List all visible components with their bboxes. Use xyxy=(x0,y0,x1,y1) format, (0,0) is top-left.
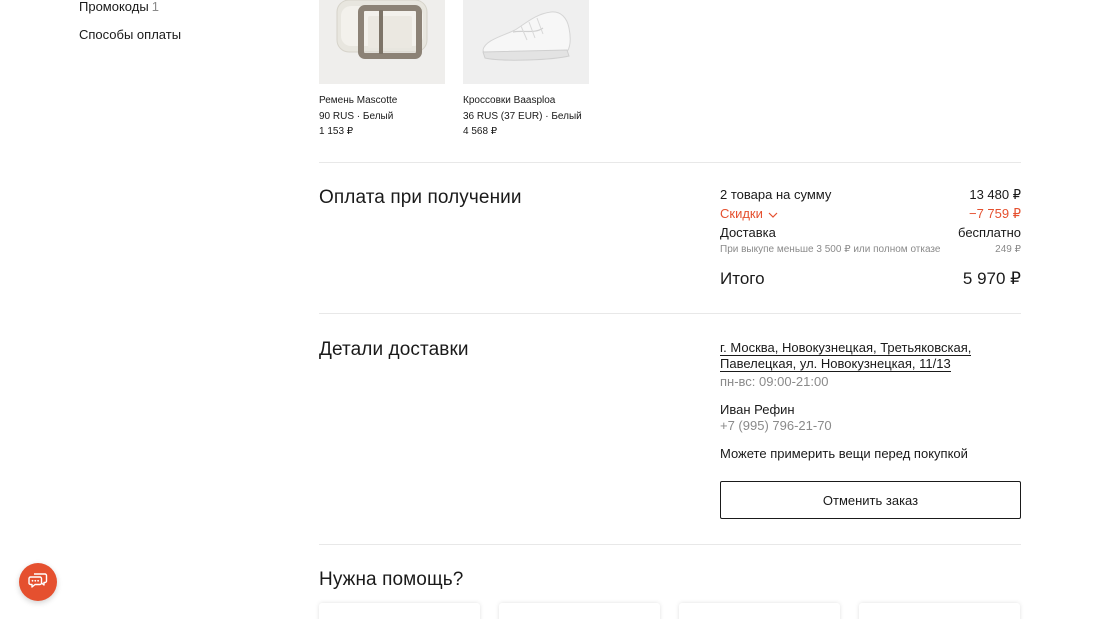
product-name: Кроссовки Baasploa xyxy=(463,95,556,106)
sidebar-item-promocodes[interactable]: Промокоды 1 xyxy=(79,0,159,14)
product-price: 1 153 ₽ xyxy=(319,126,354,137)
product-image-sneakers[interactable] xyxy=(463,0,589,84)
help-card[interactable] xyxy=(319,603,480,619)
product-variant: 36 RUS (37 EUR) · Белый xyxy=(463,110,582,122)
discounts-toggle[interactable]: Скидки xyxy=(720,206,778,221)
chevron-down-icon xyxy=(768,206,778,221)
help-section-title: Нужна помощь? xyxy=(319,569,464,590)
address-line: Павелецкая, ул. Новокузнецкая, 11/13 xyxy=(720,355,951,372)
total-label: Итого xyxy=(720,269,765,288)
order-details-page: Промокоды 1 Способы оплаты Ремень Mascott… xyxy=(0,0,1100,619)
chat-icon xyxy=(28,571,48,594)
items-sum-row: 2 товара на сумму 13 480 ₽ xyxy=(720,187,1021,203)
divider xyxy=(319,162,1021,163)
help-card[interactable] xyxy=(679,603,840,619)
payment-section-title: Оплата при получении xyxy=(319,187,522,208)
divider xyxy=(319,544,1021,545)
product-image-belt[interactable] xyxy=(319,0,445,84)
product-name: Ремень Mascotte xyxy=(319,95,398,106)
delivery-value: бесплатно xyxy=(958,225,1021,240)
address-line: г. Москва, Новокузнецкая, Третьяковская, xyxy=(720,340,972,356)
items-sum-label: 2 товара на сумму xyxy=(720,187,832,202)
discounts-row: Скидки −7 759 ₽ xyxy=(720,206,1021,222)
product-price: 4 568 ₽ xyxy=(463,126,498,137)
discounts-label: Скидки xyxy=(720,206,763,221)
sidebar-item-payment-methods[interactable]: Способы оплаты xyxy=(79,27,181,42)
total-value: 5 970 ₽ xyxy=(962,269,1021,288)
pickup-hours: пн-вс: 09:00-21:00 xyxy=(720,374,829,389)
recipient-phone: +7 (995) 796-21-70 xyxy=(720,418,832,433)
delivery-label: Доставка xyxy=(720,225,776,240)
delivery-note-value: 249 ₽ xyxy=(995,244,1021,255)
items-sum-value: 13 480 ₽ xyxy=(969,187,1021,202)
try-on-note: Можете примерить вещи перед покупкой xyxy=(720,446,968,461)
help-card[interactable] xyxy=(859,603,1020,619)
pickup-address-link[interactable]: г. Москва, Новокузнецкая, Третьяковская,… xyxy=(720,340,1021,372)
sidebar-item-label: Способы оплаты xyxy=(79,27,182,42)
promo-count-badge: 1 xyxy=(151,0,159,14)
delivery-section-title: Детали доставки xyxy=(319,339,469,360)
cancel-order-button[interactable]: Отменить заказ xyxy=(720,481,1021,519)
sidebar-item-label: Промокоды xyxy=(79,0,149,14)
recipient-name: Иван Рефин xyxy=(720,402,795,417)
delivery-note: При выкупе меньше 3 500 ₽ или полном отк… xyxy=(720,244,941,255)
chat-support-button[interactable] xyxy=(19,563,57,601)
product-card[interactable]: Ремень Mascotte 90 RUS · Белый 1 153 ₽ xyxy=(319,0,445,140)
product-variant: 90 RUS · Белый xyxy=(319,110,394,122)
delivery-note-row: При выкупе меньше 3 500 ₽ или полном отк… xyxy=(720,244,1021,255)
divider xyxy=(319,313,1021,314)
discounts-value: −7 759 ₽ xyxy=(968,206,1021,221)
delivery-row: Доставка бесплатно xyxy=(720,225,1021,240)
product-card[interactable]: Кроссовки Baasploa 36 RUS (37 EUR) · Бел… xyxy=(463,0,589,140)
total-row: Итого 5 970 ₽ xyxy=(720,269,1021,289)
help-card[interactable] xyxy=(499,603,660,619)
